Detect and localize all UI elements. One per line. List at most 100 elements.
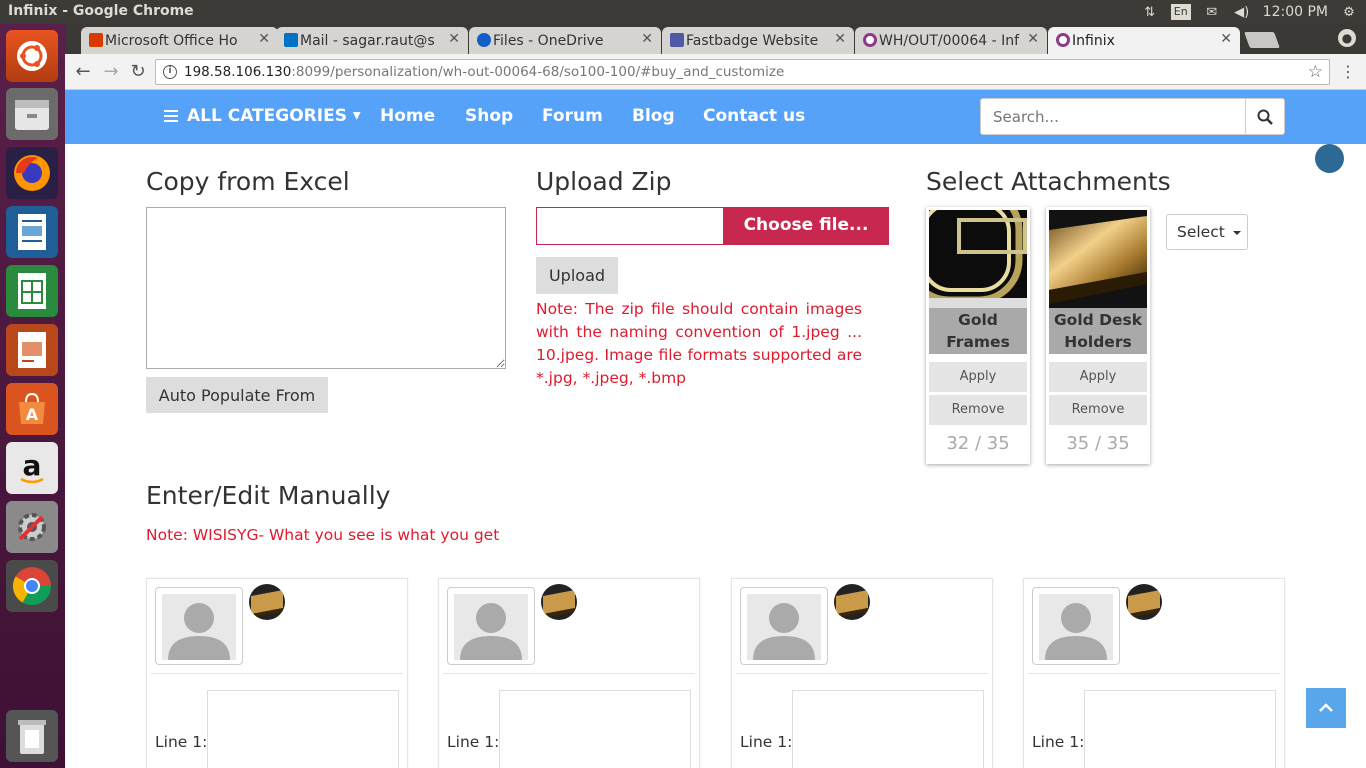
close-icon[interactable]: ✕ [834, 31, 846, 47]
files-icon[interactable] [6, 88, 58, 140]
svg-text:a: a [23, 449, 42, 482]
nav-home-link[interactable]: Home [380, 106, 435, 126]
nav-contact-link[interactable]: Contact us [703, 106, 805, 126]
ubuntu-dash-icon[interactable] [6, 30, 58, 82]
divider [443, 673, 695, 674]
attachment-thumbnail[interactable] [834, 584, 870, 620]
zip-note: Note: The zip file should contain images… [536, 300, 862, 387]
network-icon[interactable]: ⇅ [1141, 4, 1159, 20]
clock[interactable]: 12:00 PM [1263, 4, 1328, 20]
remove-button[interactable]: Remove [1049, 395, 1147, 425]
chevron-up-icon [1319, 703, 1333, 712]
firefox-icon[interactable] [6, 147, 58, 199]
zip-file-input[interactable]: Choose file... [536, 207, 889, 245]
gold-desk-holders-image[interactable] [1049, 210, 1147, 308]
attachment-thumbnail[interactable] [541, 584, 577, 620]
avatar[interactable] [155, 587, 243, 665]
chat-bubble-icon[interactable] [1315, 144, 1344, 173]
attachment-thumbnail[interactable] [1126, 584, 1162, 620]
remove-button[interactable]: Remove [929, 395, 1027, 425]
divider [151, 673, 403, 674]
web-page: ALL CATEGORIES ▼ Home Shop Forum Blog Co… [65, 90, 1366, 768]
hamburger-icon[interactable] [164, 110, 178, 122]
all-categories-dropdown[interactable]: ALL CATEGORIES ▼ [187, 106, 361, 126]
attachment-select-dropdown[interactable]: Select [1166, 214, 1248, 250]
upload-button[interactable]: Upload [536, 257, 618, 294]
line-input[interactable] [499, 690, 691, 768]
writer-icon[interactable] [6, 206, 58, 258]
tab-mail[interactable]: Mail - sagar.raut@s ✕ [276, 27, 468, 54]
line-input[interactable] [1084, 690, 1276, 768]
apply-button[interactable]: Apply [929, 362, 1027, 392]
tab-fastbadge[interactable]: Fastbadge Website ✕ [662, 27, 854, 54]
auto-populate-button[interactable]: Auto Populate From [146, 377, 328, 413]
info-icon[interactable]: i [163, 65, 177, 79]
search-input[interactable] [980, 98, 1246, 135]
excel-paste-textarea[interactable] [146, 207, 506, 369]
window-title: Infinix - Google Chrome [8, 3, 194, 19]
reload-icon[interactable]: ↻ [127, 61, 149, 83]
avatar[interactable] [447, 587, 535, 665]
launcher: A a [0, 24, 65, 768]
url-path: :8099/personalization/wh-out-00064-68/so… [291, 64, 785, 80]
trash-icon[interactable] [6, 710, 58, 762]
back-arrow-icon[interactable]: ← [72, 61, 94, 83]
apply-button[interactable]: Apply [1049, 362, 1147, 392]
close-icon[interactable]: ✕ [258, 31, 270, 47]
tab-office[interactable]: Microsoft Office Ho ✕ [81, 27, 278, 54]
zip-section-title: Upload Zip [536, 167, 672, 196]
wysiwyg-note: Note: WISISYG- What you see is what you … [146, 526, 500, 544]
badge-card: Line 1: [731, 578, 993, 768]
close-icon[interactable]: ✕ [1027, 31, 1039, 47]
system-settings-icon[interactable] [6, 501, 58, 553]
browser-tab-strip: Microsoft Office Ho ✕ Mail - sagar.raut@… [65, 24, 1366, 54]
new-tab-button[interactable] [1244, 32, 1280, 48]
svg-text:A: A [26, 405, 39, 424]
profile-icon[interactable]: ● [1338, 29, 1356, 47]
volume-icon[interactable]: ◀) [1233, 4, 1251, 20]
line-label: Line 1: [155, 733, 208, 751]
system-tray: ⇅ En ✉ ◀) 12:00 PM ⚙ [1141, 0, 1366, 24]
bookmark-star-icon[interactable]: ☆ [1308, 60, 1323, 84]
nav-blog-link[interactable]: Blog [632, 106, 675, 126]
tab-title: Infinix [1072, 32, 1115, 49]
chrome-icon[interactable] [6, 560, 58, 612]
forward-arrow-icon[interactable]: → [100, 61, 122, 83]
avatar[interactable] [740, 587, 828, 665]
choose-file-button[interactable]: Choose file... [723, 207, 889, 245]
attachment-card-gold-desk-holders: Gold Desk Holders Apply Remove 35 / 35 [1046, 207, 1150, 464]
nav-shop-link[interactable]: Shop [465, 106, 513, 126]
attachment-thumbnail[interactable] [249, 584, 285, 620]
close-icon[interactable]: ✕ [448, 31, 460, 47]
tab-infinix[interactable]: Infinix ✕ [1048, 27, 1240, 54]
address-bar[interactable]: i 198.58.106.130:8099/personalization/wh… [155, 59, 1330, 85]
keyboard-layout-indicator[interactable]: En [1170, 4, 1191, 20]
attachment-name: Gold Desk Holders [1049, 308, 1147, 354]
amazon-icon[interactable]: a [6, 442, 58, 494]
tab-onedrive[interactable]: Files - OneDrive ✕ [469, 27, 661, 54]
line-label: Line 1: [1032, 733, 1085, 751]
url-host: 198.58.106.130 [184, 64, 292, 80]
search-button[interactable] [1245, 98, 1285, 135]
tab-title: Files - OneDrive [493, 32, 604, 49]
menu-dots-icon[interactable]: ⋮ [1340, 62, 1356, 81]
tab-title: WH/OUT/00064 - Inf [879, 32, 1020, 49]
badge-card: Line 1: [1023, 578, 1285, 768]
avatar[interactable] [1032, 587, 1120, 665]
scroll-to-top-button[interactable] [1306, 688, 1346, 728]
software-center-icon[interactable]: A [6, 383, 58, 435]
mail-icon[interactable]: ✉ [1203, 4, 1221, 20]
gear-icon[interactable]: ⚙ [1340, 4, 1358, 20]
calc-icon[interactable] [6, 265, 58, 317]
tab-wh-out[interactable]: WH/OUT/00064 - Inf ✕ [855, 27, 1047, 54]
nav-forum-link[interactable]: Forum [542, 106, 603, 126]
caret-down-icon [1232, 230, 1241, 235]
close-icon[interactable]: ✕ [1220, 31, 1232, 47]
line-label: Line 1: [447, 733, 500, 751]
gold-frames-image[interactable] [929, 210, 1027, 308]
impress-icon[interactable] [6, 324, 58, 376]
line-input[interactable] [207, 690, 399, 768]
line-input[interactable] [792, 690, 984, 768]
close-icon[interactable]: ✕ [641, 31, 653, 47]
site-navbar: ALL CATEGORIES ▼ Home Shop Forum Blog Co… [65, 90, 1366, 144]
